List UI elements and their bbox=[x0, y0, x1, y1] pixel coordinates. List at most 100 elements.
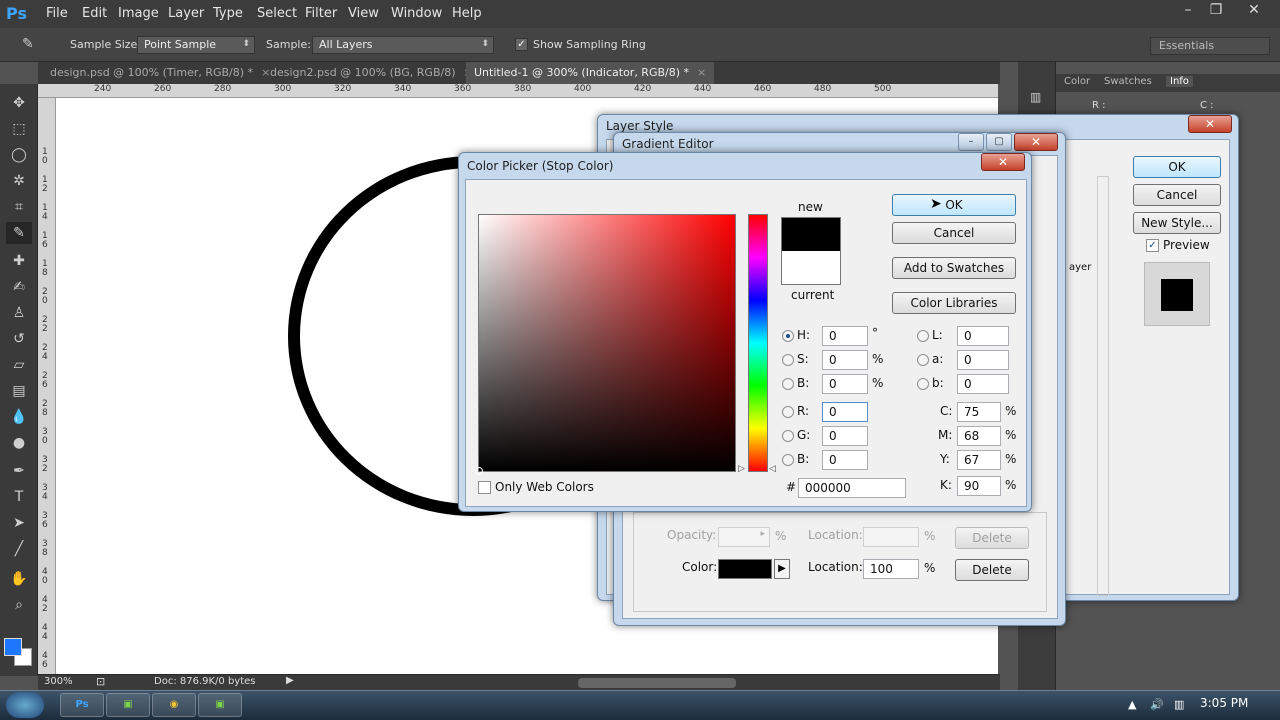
workspace-select[interactable]: Essentials bbox=[1150, 37, 1270, 55]
menu-edit[interactable]: Edit bbox=[82, 6, 107, 21]
line-tool-icon[interactable]: ╱ bbox=[6, 538, 32, 560]
stamp-tool-icon[interactable]: ♙ bbox=[6, 302, 32, 324]
m-field[interactable]: 68 bbox=[957, 426, 1001, 446]
lasso-tool-icon[interactable]: ◯ bbox=[6, 144, 32, 166]
brightness-field[interactable]: 0 bbox=[822, 374, 868, 394]
g-radio[interactable] bbox=[782, 430, 794, 442]
healing-brush-tool-icon[interactable]: ✚ bbox=[6, 250, 32, 272]
only-web-colors-checkbox[interactable] bbox=[478, 481, 491, 494]
taskbar-app-green[interactable]: ▣ bbox=[106, 693, 150, 717]
preview-checkbox[interactable]: ✓ bbox=[1146, 239, 1159, 252]
menu-select[interactable]: Select bbox=[257, 6, 297, 21]
tab-info[interactable]: Info bbox=[1166, 76, 1193, 87]
r-field[interactable]: 0 bbox=[822, 402, 868, 422]
minimize-icon[interactable]: – bbox=[958, 133, 984, 151]
close-icon[interactable]: × bbox=[697, 66, 706, 79]
taskbar-app-green-2[interactable]: ▣ bbox=[198, 693, 242, 717]
b-radio[interactable] bbox=[782, 378, 794, 390]
start-button[interactable] bbox=[6, 692, 44, 718]
a-radio[interactable] bbox=[917, 354, 929, 366]
close-icon[interactable]: ✕ bbox=[1014, 133, 1058, 151]
current-color-swatch[interactable] bbox=[781, 251, 841, 285]
c-field[interactable]: 75 bbox=[957, 402, 1001, 422]
play-arrow-icon[interactable]: ▶ bbox=[774, 559, 790, 579]
l-field[interactable]: 0 bbox=[957, 326, 1009, 346]
horizontal-scrollbar[interactable] bbox=[578, 678, 736, 688]
g-field[interactable]: 0 bbox=[822, 426, 868, 446]
color-delete-button[interactable]: Delete bbox=[955, 559, 1029, 581]
history-brush-tool-icon[interactable]: ↺ bbox=[6, 328, 32, 350]
sample-size-select[interactable]: Point Sample ⬍ bbox=[137, 36, 255, 54]
menu-view[interactable]: View bbox=[348, 6, 379, 21]
show-sampling-ring-checkbox[interactable]: ✓ bbox=[515, 38, 528, 51]
menu-file[interactable]: File bbox=[46, 6, 68, 21]
eraser-tool-icon[interactable]: ▱ bbox=[6, 354, 32, 376]
color-picker-ok-button[interactable]: OK bbox=[892, 194, 1016, 216]
volume-icon[interactable]: 🔊 bbox=[1150, 698, 1164, 711]
tray-up-arrow-icon[interactable]: ▲ bbox=[1128, 698, 1136, 711]
k-field[interactable]: 90 bbox=[957, 476, 1001, 496]
play-arrow-icon[interactable]: ▶ bbox=[286, 675, 294, 686]
magic-wand-tool-icon[interactable]: ✲ bbox=[6, 170, 32, 192]
export-icon[interactable]: ⊡ bbox=[96, 675, 105, 688]
layer-style-cancel-button[interactable]: Cancel bbox=[1133, 184, 1221, 206]
close-icon[interactable]: ✕ bbox=[1242, 2, 1266, 20]
lab-b-field[interactable]: 0 bbox=[957, 374, 1009, 394]
brush-tool-icon[interactable]: ✍ bbox=[6, 276, 32, 298]
h-field[interactable]: 0 bbox=[822, 326, 868, 346]
color-location-field[interactable]: 100 bbox=[863, 559, 919, 579]
l-radio[interactable] bbox=[917, 330, 929, 342]
menu-layer[interactable]: Layer bbox=[168, 6, 204, 21]
r-radio[interactable] bbox=[782, 406, 794, 418]
hex-field[interactable]: 000000 bbox=[798, 478, 906, 498]
crop-tool-icon[interactable]: ⌗ bbox=[6, 196, 32, 218]
minimize-icon[interactable]: – bbox=[1176, 2, 1200, 20]
type-tool-icon[interactable]: T bbox=[6, 486, 32, 508]
doc-tab-design2[interactable]: design2.psd @ 100% (BG, RGB/8)× bbox=[262, 62, 481, 84]
restore-icon[interactable]: ❐ bbox=[1204, 2, 1228, 20]
maximize-icon[interactable]: ▢ bbox=[986, 133, 1012, 151]
hand-tool-icon[interactable]: ✋ bbox=[6, 568, 32, 590]
a-field[interactable]: 0 bbox=[957, 350, 1009, 370]
zoom-tool-icon[interactable]: ⌕ bbox=[6, 594, 32, 616]
close-icon[interactable]: ✕ bbox=[1188, 115, 1232, 133]
taskbar-photoshop[interactable]: Ps bbox=[60, 693, 104, 717]
blue-radio[interactable] bbox=[782, 454, 794, 466]
tab-swatches[interactable]: Swatches bbox=[1104, 76, 1152, 87]
history-panel-icon[interactable]: ▥ bbox=[1030, 90, 1041, 104]
foreground-color-swatch[interactable] bbox=[4, 638, 22, 656]
marquee-tool-icon[interactable]: ⬚ bbox=[6, 118, 32, 140]
blue-field[interactable]: 0 bbox=[822, 450, 868, 470]
y-field[interactable]: 67 bbox=[957, 450, 1001, 470]
menu-filter[interactable]: Filter bbox=[305, 6, 337, 21]
color-picker-cancel-button[interactable]: Cancel bbox=[892, 222, 1016, 244]
slider-right-arrow-icon[interactable]: ◁ bbox=[769, 464, 776, 474]
pen-tool-icon[interactable]: ✒ bbox=[6, 460, 32, 482]
path-selection-tool-icon[interactable]: ➤ bbox=[6, 512, 32, 534]
menu-window[interactable]: Window bbox=[391, 6, 442, 21]
h-radio[interactable] bbox=[782, 330, 794, 342]
zoom-level[interactable]: 300% bbox=[44, 676, 73, 687]
slider-left-arrow-icon[interactable]: ▷ bbox=[738, 464, 745, 474]
tab-color[interactable]: Color bbox=[1064, 76, 1090, 87]
add-to-swatches-button[interactable]: Add to Swatches bbox=[892, 257, 1016, 279]
doc-tab-untitled[interactable]: Untitled-1 @ 300% (Indicator, RGB/8) * × bbox=[466, 62, 715, 84]
dodge-tool-icon[interactable]: ● bbox=[6, 432, 32, 454]
menu-image[interactable]: Image bbox=[118, 6, 159, 21]
eyedropper-tool-icon[interactable]: ✎ bbox=[22, 36, 34, 52]
lab-b-radio[interactable] bbox=[917, 378, 929, 390]
close-icon[interactable]: ✕ bbox=[981, 153, 1025, 171]
menu-type[interactable]: Type bbox=[213, 6, 243, 21]
gradient-tool-icon[interactable]: ▤ bbox=[6, 380, 32, 402]
eyedropper-tool-icon[interactable]: ✎ bbox=[6, 222, 32, 244]
s-radio[interactable] bbox=[782, 354, 794, 366]
new-style-button[interactable]: New Style... bbox=[1133, 212, 1221, 234]
blur-tool-icon[interactable]: 💧 bbox=[6, 406, 32, 428]
menu-help[interactable]: Help bbox=[452, 6, 482, 21]
stop-color-swatch[interactable] bbox=[718, 559, 772, 579]
move-tool-icon[interactable]: ✥ bbox=[6, 92, 32, 114]
color-libraries-button[interactable]: Color Libraries bbox=[892, 292, 1016, 314]
s-field[interactable]: 0 bbox=[822, 350, 868, 370]
doc-tab-design[interactable]: design.psd @ 100% (Timer, RGB/8) * × bbox=[42, 62, 278, 84]
network-icon[interactable]: ▥ bbox=[1174, 698, 1184, 711]
